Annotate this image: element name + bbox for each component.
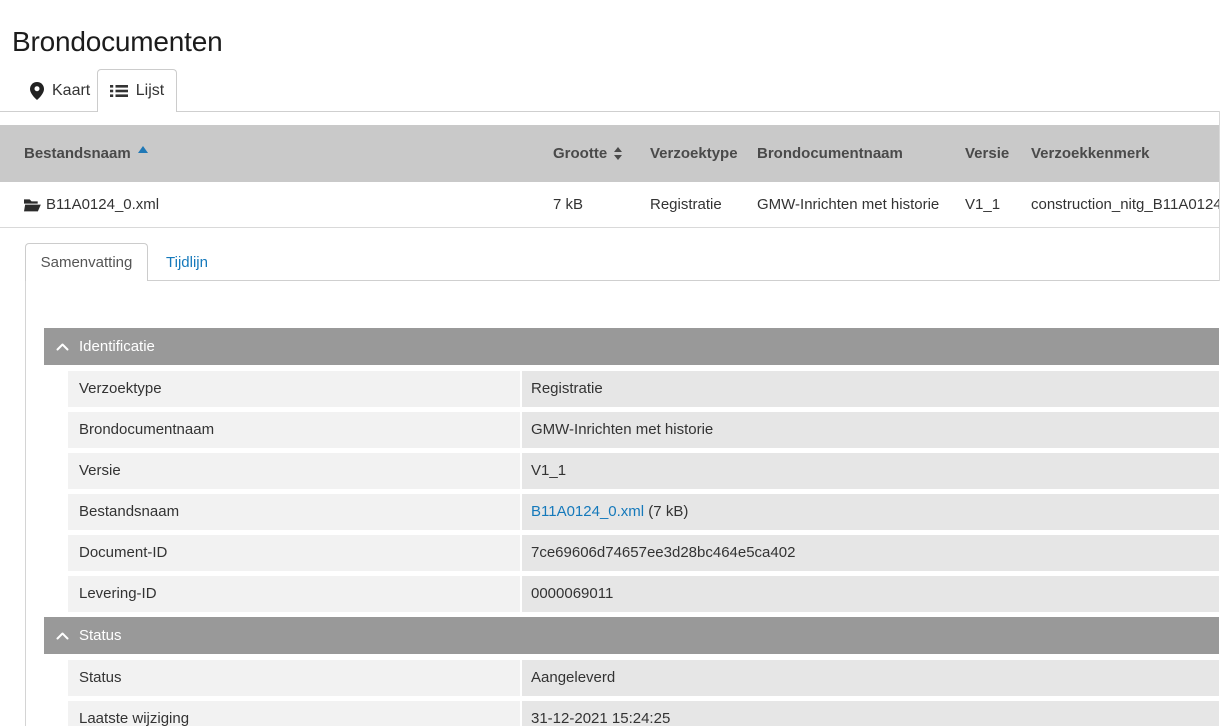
cell-grootte: 7 kB — [553, 182, 583, 227]
cell-verzoektype: Registratie — [650, 182, 722, 227]
column-header-brondocumentnaam: Brondocumentnaam — [757, 125, 903, 182]
detail-label: Versie — [68, 453, 520, 489]
map-pin-icon — [30, 82, 44, 100]
detail-value: 0000069011 — [522, 576, 1219, 612]
detail-value: B11A0124_0.xml (7 kB) — [522, 494, 1219, 530]
detail-row-bestandsnaam: Bestandsnaam B11A0124_0.xml (7 kB) — [68, 494, 1219, 530]
section-header-status[interactable]: Status — [44, 617, 1219, 654]
column-header-verzoekkenmerk: Verzoekkenmerk — [1031, 125, 1149, 182]
detail-label: Document-ID — [68, 535, 520, 571]
tab-samenvatting-label: Samenvatting — [41, 254, 133, 271]
cell-verzoekkenmerk: construction_nitg_B11A0124 — [1031, 182, 1219, 227]
section-header-identificatie[interactable]: Identificatie — [44, 328, 1219, 365]
detail-label: Brondocumentnaam — [68, 412, 520, 448]
detail-value: Aangeleverd — [522, 660, 1219, 696]
table-right-border — [1219, 111, 1220, 281]
detail-label: Verzoektype — [68, 371, 520, 407]
column-label: Grootte — [553, 145, 607, 162]
status-rows: Status Aangeleverd Laatste wijziging 31-… — [68, 660, 1219, 726]
tab-kaart[interactable]: Kaart — [30, 69, 90, 112]
column-label: Versie — [965, 145, 1009, 162]
detail-value: GMW-Inrichten met historie — [522, 412, 1219, 448]
detail-label: Bestandsnaam — [68, 494, 520, 530]
column-header-bestandsnaam[interactable]: Bestandsnaam — [24, 125, 148, 182]
detail-row-brondocumentnaam: Brondocumentnaam GMW-Inrichten met histo… — [68, 412, 1219, 448]
column-label: Verzoekkenmerk — [1031, 145, 1149, 162]
sort-ascending-icon — [138, 146, 148, 153]
folder-icon — [24, 182, 41, 227]
detail-value: 31-12-2021 15:24:25 — [522, 701, 1219, 726]
tab-lijst-label: Lijst — [136, 82, 164, 100]
chevron-up-icon — [56, 632, 69, 640]
section-title: Status — [79, 627, 122, 644]
file-size-suffix: (7 kB) — [644, 503, 688, 520]
detail-value: Registratie — [522, 371, 1219, 407]
detail-label: Levering-ID — [68, 576, 520, 612]
detail-row-laatste-wijziging: Laatste wijziging 31-12-2021 15:24:25 — [68, 701, 1219, 726]
tab-samenvatting[interactable]: Samenvatting — [25, 243, 148, 281]
detail-row-verzoektype: Verzoektype Registratie — [68, 371, 1219, 407]
column-label: Verzoektype — [650, 145, 738, 162]
detail-label: Status — [68, 660, 520, 696]
detail-row-status: Status Aangeleverd — [68, 660, 1219, 696]
page-title: Brondocumenten — [12, 26, 222, 58]
tab-kaart-label: Kaart — [52, 82, 90, 100]
documents-table-header: Bestandsnaam Grootte Verzoektype Brondoc… — [0, 125, 1219, 182]
detail-row-levering-id: Levering-ID 0000069011 — [68, 576, 1219, 612]
cell-brondocumentnaam: GMW-Inrichten met historie — [757, 182, 939, 227]
tab-tijdlijn-label: Tijdlijn — [166, 254, 208, 271]
sort-icon — [614, 147, 622, 160]
detail-value: 7ce69606d74657ee3d28bc464e5ca402 — [522, 535, 1219, 571]
document-table-row[interactable]: B11A0124_0.xml 7 kB Registratie GMW-Inri… — [0, 182, 1219, 228]
file-download-link[interactable]: B11A0124_0.xml — [531, 503, 644, 520]
column-header-grootte[interactable]: Grootte — [553, 125, 622, 182]
list-icon — [110, 84, 128, 98]
cell-versie: V1_1 — [965, 182, 1000, 227]
tab-lijst[interactable]: Lijst — [97, 69, 177, 112]
column-label: Bestandsnaam — [24, 145, 131, 162]
identificatie-rows: Verzoektype Registratie Brondocumentnaam… — [68, 371, 1219, 612]
detail-row-document-id: Document-ID 7ce69606d74657ee3d28bc464e5c… — [68, 535, 1219, 571]
view-tabs-divider — [0, 111, 1219, 112]
section-title: Identificatie — [79, 338, 155, 355]
detail-label: Laatste wijziging — [68, 701, 520, 726]
column-label: Brondocumentnaam — [757, 145, 903, 162]
column-header-versie: Versie — [965, 125, 1009, 182]
column-header-verzoektype: Verzoektype — [650, 125, 738, 182]
chevron-up-icon — [56, 343, 69, 351]
tab-tijdlijn[interactable]: Tijdlijn — [148, 243, 226, 281]
detail-sections: Identificatie Verzoektype Registratie Br… — [44, 328, 1219, 726]
detail-row-versie: Versie V1_1 — [68, 453, 1219, 489]
cell-bestandsnaam: B11A0124_0.xml — [46, 182, 159, 227]
brondocumenten-page: Brondocumenten Kaart Lijst Bestandsnaam — [0, 0, 1223, 726]
detail-value: V1_1 — [522, 453, 1219, 489]
detail-panel-left-border — [25, 281, 26, 726]
